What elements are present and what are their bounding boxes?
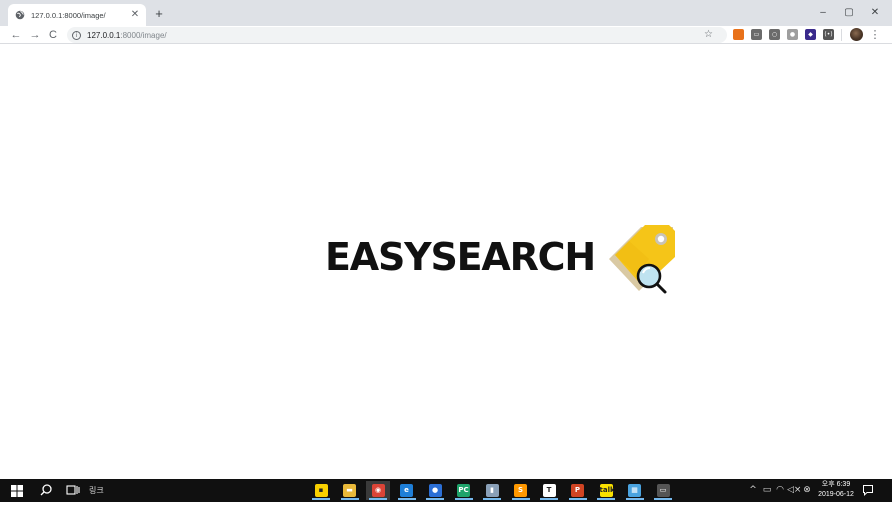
app-gray-icon: ▮	[485, 484, 499, 497]
edge-icon: e	[400, 484, 413, 497]
browser-menu-icon[interactable]: ⋮	[869, 26, 881, 44]
running-indicator	[568, 498, 587, 500]
pycharm-icon: PC	[457, 484, 470, 497]
taskbar-app-button[interactable]: T	[537, 481, 561, 500]
taskbar-app-button[interactable]: ▦	[623, 481, 647, 500]
taskbar-app-button[interactable]: S	[509, 481, 533, 500]
taskbar-app-button[interactable]: e	[395, 481, 419, 500]
running-indicator	[511, 498, 530, 500]
close-window-button[interactable]: ✕	[862, 4, 888, 22]
running-indicator	[397, 498, 416, 500]
url-path: :8000/image/	[120, 30, 167, 40]
app-blue-circle-icon: ●	[428, 484, 442, 497]
screen: 127.0.0.1:8000/image/ ✕ + – ▢ ✕ ← → C i …	[0, 0, 892, 506]
maximize-button[interactable]: ▢	[836, 4, 862, 22]
wifi-icon[interactable]: ◠	[775, 479, 785, 502]
taskbar-app-button[interactable]: ●	[423, 481, 447, 500]
tray-chevron-icon[interactable]: ^	[748, 479, 758, 502]
address-bar[interactable]: i 127.0.0.1 :8000/image/ ☆	[67, 27, 727, 43]
extension-radio-icon[interactable]: (•)	[823, 29, 834, 40]
windows-taskbar: 링크 ▪ ▬ ◉ e ● PC ▮ S T Ptalk ▦ ▭ ^ ▭ ◠ ◁× ⊗ 오후 6:39 …	[0, 479, 892, 502]
tab-close-icon[interactable]: ✕	[130, 10, 140, 20]
running-indicator	[597, 498, 615, 500]
extension-card-icon[interactable]: ▭	[751, 29, 762, 40]
running-indicator	[340, 498, 359, 500]
search-icon[interactable]	[38, 482, 54, 498]
extension-orange-icon[interactable]	[733, 29, 744, 40]
windows-start-icon[interactable]	[10, 484, 24, 498]
sublime-icon: S	[514, 484, 527, 497]
site-logo: EASYSEARCH	[325, 217, 679, 297]
clock-date: 2019-06-12	[818, 491, 854, 498]
taskbar-app-button[interactable]: ◉	[366, 481, 390, 500]
url-host: 127.0.0.1	[87, 30, 121, 40]
taskbar-app-button[interactable]: ▪	[309, 481, 333, 500]
running-indicator	[454, 498, 473, 500]
task-view-icon[interactable]	[66, 484, 80, 496]
paint-icon: ▦	[628, 484, 641, 497]
taskbar-app-button[interactable]: P	[566, 481, 590, 500]
running-indicator	[369, 498, 387, 500]
back-button[interactable]: ←	[8, 27, 24, 43]
running-indicator	[625, 498, 644, 500]
file-explorer-icon: ▬	[343, 484, 356, 497]
kakaotalk-icon: talk	[599, 484, 615, 497]
terminal-icon: ▭	[656, 484, 670, 497]
taskbar-app-button[interactable]: ▬	[338, 481, 362, 500]
bookmark-star-icon[interactable]: ☆	[704, 27, 713, 43]
toolbar-divider	[841, 29, 842, 41]
taskbar-app-button[interactable]: PC	[452, 481, 476, 500]
profile-avatar[interactable]	[850, 28, 863, 41]
forward-button[interactable]: →	[27, 27, 43, 43]
extension-gray-icon[interactable]: ●	[787, 29, 798, 40]
running-indicator	[312, 498, 330, 500]
running-indicator	[426, 498, 444, 500]
minimize-button[interactable]: –	[810, 4, 836, 22]
taskbar-app-button[interactable]: ▮	[480, 481, 504, 500]
browser-toolbar: ← → C i 127.0.0.1 :8000/image/ ☆ ▭ ○ ● ◆ (•)…	[0, 26, 892, 44]
chrome-icon: ◉	[371, 484, 385, 497]
notification-icon[interactable]	[862, 484, 874, 496]
powerpoint-icon: P	[571, 484, 584, 497]
tab-title: 127.0.0.1:8000/image/	[31, 10, 106, 20]
browser-tabstrip: 127.0.0.1:8000/image/ ✕ + – ▢ ✕	[0, 0, 892, 26]
running-indicator	[654, 498, 672, 500]
sticky-notes-icon: ▪	[314, 484, 328, 497]
taskbar-links-label[interactable]: 링크	[89, 479, 104, 502]
running-indicator	[540, 498, 558, 500]
browser-tab[interactable]: 127.0.0.1:8000/image/ ✕	[8, 4, 146, 26]
reload-button[interactable]: C	[45, 27, 61, 43]
tray-close-circle-icon[interactable]: ⊗	[802, 479, 812, 502]
extension-circle-icon[interactable]: ○	[769, 29, 780, 40]
taskbar-app-button[interactable]: talk	[594, 481, 618, 500]
screen-bottom-edge	[0, 502, 892, 506]
info-icon[interactable]: i	[72, 30, 81, 40]
taskbar-app-button[interactable]: ▭	[651, 481, 675, 500]
new-tab-button[interactable]: +	[152, 7, 166, 21]
tag-magnifier-icon	[608, 225, 675, 294]
globe-icon	[14, 10, 25, 21]
clock-time: 오후 6:39	[821, 481, 851, 488]
logo-text: EASYSEARCH	[325, 235, 596, 279]
battery-icon[interactable]: ▭	[761, 479, 773, 502]
taskbar-clock[interactable]: 오후 6:39 2019-06-12	[813, 480, 859, 500]
running-indicator	[483, 498, 501, 500]
typora-icon: T	[542, 484, 556, 497]
volume-icon[interactable]: ◁×	[787, 479, 801, 502]
page-content: EASYSEARCH	[0, 45, 892, 479]
extension-gem-icon[interactable]: ◆	[805, 29, 816, 40]
